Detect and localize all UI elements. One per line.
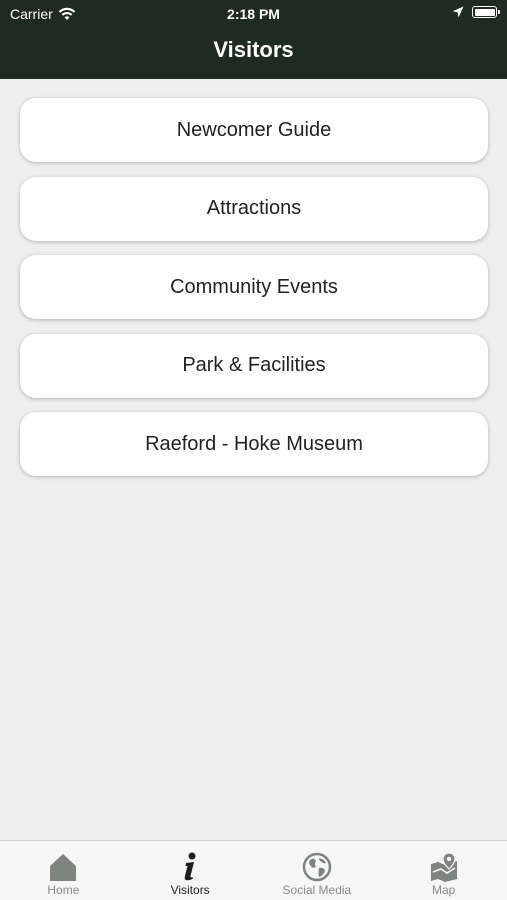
tab-label-home: Home [47, 883, 80, 897]
tab-social-media[interactable]: Social Media [254, 841, 381, 900]
app-root: Carrier 2:18 PM Visitors Newcomer Guide [0, 0, 507, 900]
menu-item-newcomer-guide[interactable]: Newcomer Guide [20, 98, 488, 162]
battery-icon [472, 6, 500, 18]
tab-home[interactable]: Home [0, 841, 127, 900]
tab-label-social-media: Social Media [282, 883, 352, 897]
location-arrow-icon [452, 6, 464, 18]
tab-bar: Home Visitors Social Media Map [0, 840, 507, 900]
visitors-menu: Newcomer Guide Attractions Community Eve… [20, 98, 488, 491]
header: Carrier 2:18 PM Visitors [0, 0, 507, 79]
status-bar: Carrier 2:18 PM [0, 0, 507, 28]
page-title: Visitors [213, 37, 294, 62]
map-icon [428, 851, 460, 883]
tab-label-visitors: Visitors [170, 883, 210, 897]
menu-item-attractions[interactable]: Attractions [20, 176, 488, 241]
tab-visitors[interactable]: Visitors [127, 841, 254, 900]
menu-item-museum[interactable]: Raeford - Hoke Museum [20, 412, 488, 476]
tab-label-map: Map [431, 883, 456, 897]
globe-icon [301, 851, 333, 883]
menu-item-community-events[interactable]: Community Events [20, 255, 488, 319]
status-time: 2:18 PM [227, 6, 280, 22]
tab-map[interactable]: Map [380, 841, 507, 900]
menu-item-park-facilities[interactable]: Park & Facilities [20, 333, 488, 398]
status-right [452, 6, 500, 18]
home-icon [47, 851, 79, 883]
info-icon [174, 851, 206, 883]
